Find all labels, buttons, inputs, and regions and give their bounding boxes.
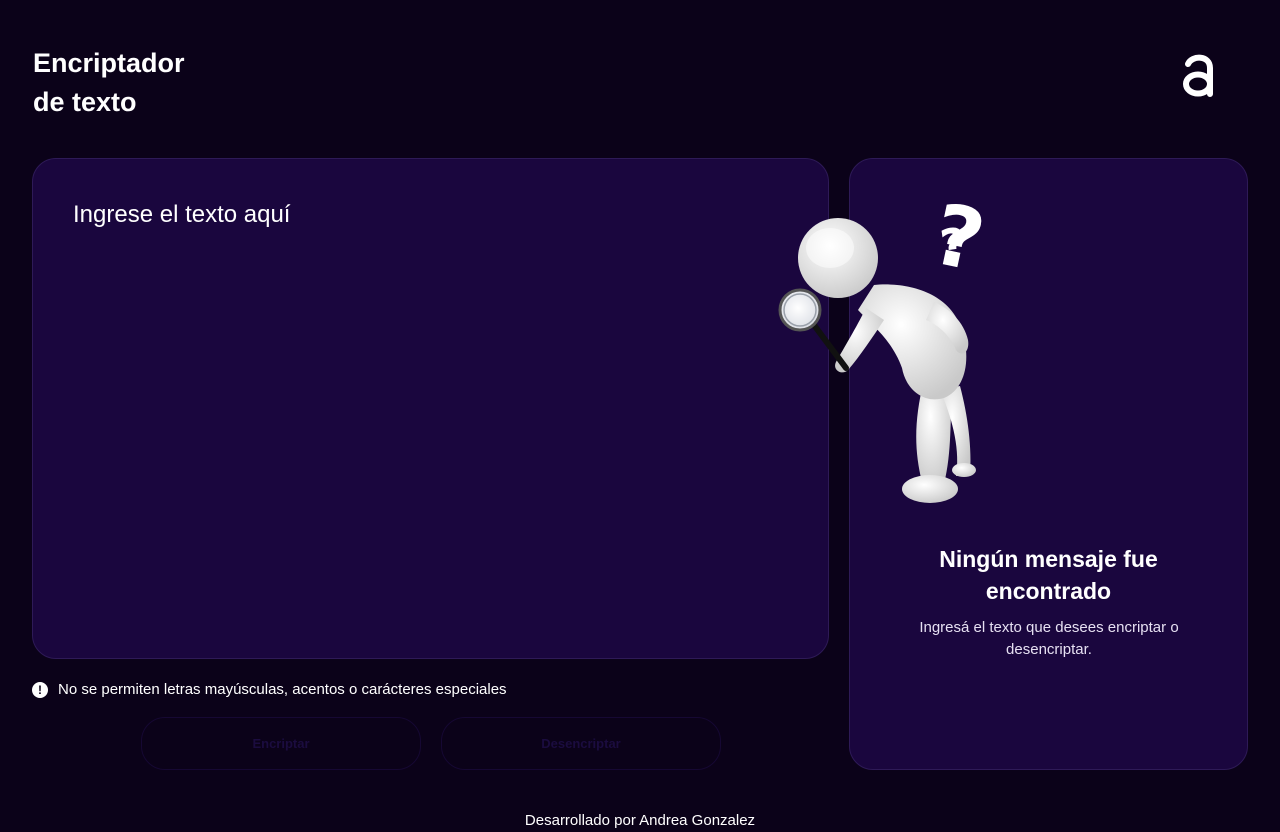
page-title: Encriptador de texto bbox=[33, 44, 185, 122]
empty-message-title: Ningún mensaje fue encontrado bbox=[849, 543, 1248, 607]
exclamation-circle-icon: ! bbox=[32, 682, 48, 698]
empty-message-title-line1: Ningún mensaje fue bbox=[939, 546, 1158, 572]
footer-credit: Desarrollado por Andrea Gonzalez bbox=[524, 812, 756, 829]
page-title-line2: de texto bbox=[33, 87, 137, 117]
encrypt-button[interactable]: Encriptar bbox=[141, 717, 421, 770]
input-panel bbox=[32, 158, 829, 659]
empty-message-subtitle: Ingresá el texto que desees encriptar o … bbox=[919, 619, 1179, 658]
decrypt-button[interactable]: Desencriptar bbox=[441, 717, 721, 770]
warning-note: ! No se permiten letras mayúsculas, acen… bbox=[32, 680, 507, 700]
empty-message-title-line2: encontrado bbox=[985, 578, 1112, 604]
alura-a-logo-icon bbox=[1183, 54, 1213, 97]
figure-with-magnifying-glass-icon: ? ? bbox=[778, 190, 993, 503]
page-title-line1: Encriptador bbox=[33, 48, 185, 78]
warning-text: No se permiten letras mayúsculas, acento… bbox=[58, 681, 507, 698]
text-input[interactable] bbox=[73, 199, 773, 619]
